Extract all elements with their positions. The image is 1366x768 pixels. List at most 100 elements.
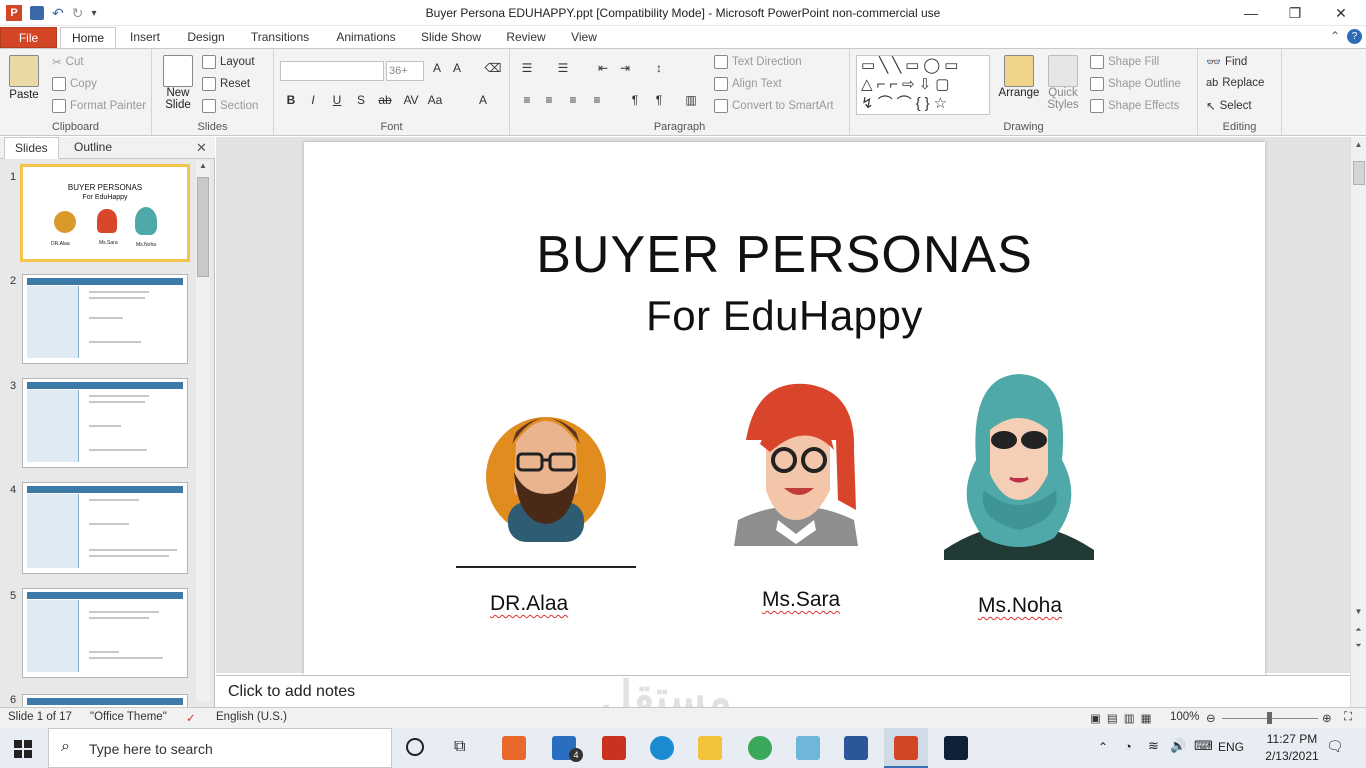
quick-styles-button[interactable]: Quick Styles: [1044, 55, 1082, 111]
change-case-icon[interactable]: Aa: [426, 93, 444, 107]
restore-button[interactable]: ❐: [1272, 0, 1318, 26]
reset-button[interactable]: Reset: [202, 77, 250, 91]
section-button[interactable]: Section: [202, 99, 258, 113]
grow-font-icon[interactable]: A: [428, 61, 446, 75]
notifications-icon[interactable]: 🗨: [1326, 738, 1344, 755]
next-slide-icon[interactable]: ⏷: [1351, 641, 1366, 651]
previous-slide-icon[interactable]: ⏶: [1351, 625, 1366, 635]
align-left-icon[interactable]: ≡: [518, 93, 536, 107]
ltr-icon[interactable]: ¶: [626, 93, 644, 107]
input-language[interactable]: ENG: [1218, 740, 1244, 754]
fit-slide-icon[interactable]: ⛶: [1344, 711, 1352, 724]
slide-thumbnail-6[interactable]: [22, 694, 188, 707]
language-indicator[interactable]: English (U.S.): [216, 711, 287, 723]
text-direction-button[interactable]: Text Direction: [714, 55, 802, 69]
strikethrough-icon[interactable]: ab: [376, 93, 394, 107]
tab-file[interactable]: File: [0, 27, 57, 48]
increase-indent-icon[interactable]: ⇥: [616, 61, 634, 75]
scroll-up-arrow[interactable]: ▲: [1351, 137, 1366, 153]
scroll-down-arrow[interactable]: ▼: [1351, 607, 1366, 616]
tab-slide-show[interactable]: Slide Show: [414, 27, 488, 48]
cut-button[interactable]: ✂ Cut: [52, 55, 84, 69]
acrobat-icon[interactable]: [602, 736, 626, 760]
replace-button[interactable]: ab Replace: [1206, 77, 1264, 89]
powerpoint-taskbar-item[interactable]: [884, 728, 928, 768]
notes-placeholder[interactable]: Click to add notes: [228, 683, 355, 701]
slide[interactable]: BUYER PERSONAS For EduHappy DR.Alaa Ms.S…: [304, 142, 1265, 682]
slide-thumbnail-3[interactable]: [22, 378, 188, 468]
network-icon[interactable]: ◔: [1124, 739, 1132, 754]
format-painter-button[interactable]: Format Painter: [52, 99, 146, 113]
media-player-icon[interactable]: [502, 736, 526, 760]
shrink-font-icon[interactable]: A: [448, 61, 466, 75]
notes-pane[interactable]: Click to add notes: [216, 675, 1350, 707]
ime-icon[interactable]: ⌨: [1194, 738, 1213, 754]
slide-thumbnail-2[interactable]: [22, 274, 188, 364]
font-name-input[interactable]: [280, 61, 384, 81]
app-icon[interactable]: [796, 736, 820, 760]
close-button[interactable]: ✕: [1318, 0, 1364, 26]
windows-start-icon[interactable]: [14, 740, 32, 758]
photoshop-icon[interactable]: [944, 736, 968, 760]
zoom-slider-thumb[interactable]: [1267, 712, 1272, 724]
zoom-level[interactable]: 100%: [1170, 711, 1199, 723]
shapes-gallery[interactable]: ▭╲╲▭◯▭ △⌐⌐⇨⇩▢ ↯⌒⌒{}☆: [856, 55, 990, 115]
tab-design[interactable]: Design: [180, 27, 232, 48]
select-button[interactable]: ↖ Select: [1206, 99, 1252, 113]
avatar-sara[interactable]: [726, 380, 866, 546]
bullets-icon[interactable]: ☰: [518, 61, 536, 75]
find-button[interactable]: 👓 Find: [1206, 55, 1247, 69]
tab-insert[interactable]: Insert: [122, 27, 168, 48]
convert-smartart-button[interactable]: Convert to SmartArt: [714, 99, 834, 113]
edge-icon[interactable]: [650, 736, 674, 760]
copy-button[interactable]: Copy: [52, 77, 97, 91]
slide-title[interactable]: BUYER PERSONAS: [304, 225, 1265, 285]
view-buttons[interactable]: ▣▤▥▦: [1090, 711, 1157, 725]
tab-home[interactable]: Home: [60, 27, 116, 48]
shape-outline-button[interactable]: Shape Outline: [1090, 77, 1181, 91]
file-explorer-icon[interactable]: [698, 736, 722, 760]
task-view-icon[interactable]: ⧉: [454, 738, 465, 756]
scroll-thumb[interactable]: [197, 177, 209, 277]
persona-name-noha[interactable]: Ms.Noha: [978, 594, 1062, 618]
spellcheck-icon[interactable]: ✓: [186, 711, 196, 725]
clock-time[interactable]: 11:27 PM: [1262, 732, 1322, 746]
avatar-noha[interactable]: [944, 370, 1094, 560]
persona-name-alaa[interactable]: DR.Alaa: [490, 592, 568, 616]
taskbar-search-box[interactable]: ⌕ Type here to search: [48, 728, 392, 768]
new-slide-button[interactable]: New Slide: [158, 55, 198, 111]
shape-effects-button[interactable]: Shape Effects: [1090, 99, 1179, 113]
wifi-icon[interactable]: ≋: [1148, 738, 1159, 754]
numbering-icon[interactable]: ☰: [554, 61, 572, 75]
align-right-icon[interactable]: ≡: [564, 93, 582, 107]
scroll-thumb[interactable]: [1353, 161, 1365, 185]
slides-scrollbar[interactable]: ▲: [196, 161, 210, 701]
arrange-button[interactable]: Arrange: [998, 55, 1040, 99]
zoom-out-icon[interactable]: ⊖: [1206, 711, 1216, 725]
line-spacing-icon[interactable]: ↕: [650, 61, 668, 75]
slide-thumbnail-5[interactable]: [22, 588, 188, 678]
clock-date[interactable]: 2/13/2021: [1262, 749, 1322, 763]
align-text-button[interactable]: Align Text: [714, 77, 782, 91]
collapse-ribbon-icon[interactable]: ⌃: [1330, 29, 1340, 43]
shadow-icon[interactable]: S: [352, 93, 370, 107]
layout-button[interactable]: Layout: [202, 55, 255, 69]
persona-name-sara[interactable]: Ms.Sara: [762, 588, 840, 612]
volume-icon[interactable]: 🔊: [1170, 738, 1186, 754]
tab-animations[interactable]: Animations: [328, 27, 404, 48]
clear-format-icon[interactable]: ⌫: [484, 61, 502, 75]
align-center-icon[interactable]: ≡: [540, 93, 558, 107]
char-spacing-icon[interactable]: AV: [402, 93, 420, 107]
cortana-icon[interactable]: [406, 738, 424, 756]
italic-icon[interactable]: I: [304, 93, 322, 107]
tab-slides[interactable]: Slides: [4, 137, 59, 159]
word-icon[interactable]: [844, 736, 868, 760]
shape-fill-button[interactable]: Shape Fill: [1090, 55, 1159, 69]
font-size-input[interactable]: 36+: [386, 61, 424, 81]
zoom-in-icon[interactable]: ⊕: [1322, 711, 1332, 725]
decrease-indent-icon[interactable]: ⇤: [594, 61, 612, 75]
bold-icon[interactable]: B: [282, 93, 300, 107]
slide-subtitle[interactable]: For EduHappy: [304, 292, 1265, 340]
avatar-alaa[interactable]: [456, 382, 636, 568]
minimize-button[interactable]: —: [1228, 0, 1274, 26]
